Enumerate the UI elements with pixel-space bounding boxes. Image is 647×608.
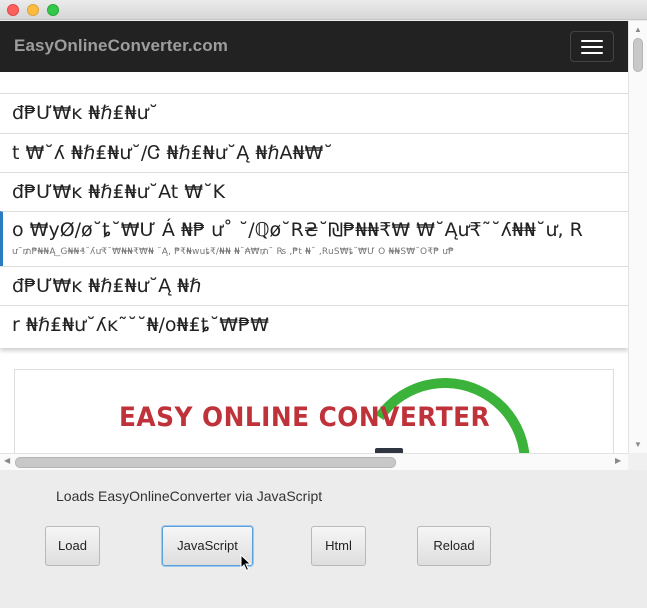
site-brand-link[interactable]: EasyOnlineConverter.com bbox=[14, 36, 228, 56]
scroll-down-arrow-icon[interactable]: ▼ bbox=[634, 440, 642, 449]
menu-item-label: r ₦ℏ₤₦ư˘ʎĸ˜˘˘₦/o₦₤ȶ˘₩₱₩ bbox=[12, 314, 269, 336]
menu-item-label: đ₱Ư₩ĸ ₦ℏ₤₦ư˘Ą ₦ℏ bbox=[12, 275, 202, 297]
scroll-right-arrow-icon[interactable]: ▶ bbox=[615, 456, 621, 465]
maximize-window-button[interactable] bbox=[47, 4, 59, 16]
reload-button[interactable]: Reload bbox=[417, 526, 491, 566]
scroll-up-arrow-icon[interactable]: ▲ bbox=[634, 25, 642, 34]
nav-dropdown-menu: đ₱Ư₩ĸ ₦ℏ₤₦ư˘ t ₩˘ʎ ₦ℏ₤₦ư˘/Ꮳ ₦ℏ₤₦ư˘Ą ₦ℏA₦… bbox=[0, 72, 628, 348]
menu-item-label: o ₩yØ/ø˘ȶ˘₩Ư Á ₦₱ ư˚ ˘/ℚø˘R₴˘₪₱₦₦₹₩ ₩˘Ąư… bbox=[12, 219, 583, 241]
hamburger-menu-icon[interactable] bbox=[570, 31, 614, 62]
load-button[interactable]: Load bbox=[45, 526, 100, 566]
app-window: EasyOnlineConverter.com đ₱Ư₩ĸ ₦ℏ₤₦ư˘ t ₩… bbox=[0, 0, 647, 608]
minimize-window-button[interactable] bbox=[27, 4, 39, 16]
site-logo-banner: EASY ONLINE CONVERTER bbox=[14, 369, 614, 453]
vertical-scroll-thumb[interactable] bbox=[633, 38, 643, 72]
scroll-left-arrow-icon[interactable]: ◀ bbox=[4, 456, 10, 465]
horizontal-scrollbar[interactable]: ◀ ▶ bbox=[0, 453, 628, 470]
horizontal-scroll-thumb[interactable] bbox=[15, 457, 396, 468]
menu-item-sublabel: ư˜₥₱₦₦Ą_G₦₦₰˘ʎư₹˘₩₦₦₹₩₦ ˘Ą, ₱₹₦wuȶ₹/₦₦ ₦… bbox=[12, 247, 455, 257]
status-label: Loads EasyOnlineConverter via JavaScript bbox=[56, 488, 323, 504]
site-navbar: EasyOnlineConverter.com bbox=[0, 21, 628, 72]
menu-item-label: đ₱Ư₩ĸ ₦ℏ₤₦ư˘ bbox=[12, 102, 159, 124]
control-panel: Loads EasyOnlineConverter via JavaScript… bbox=[0, 470, 647, 608]
menu-item-1[interactable]: đ₱Ư₩ĸ ₦ℏ₤₦ư˘ bbox=[0, 93, 628, 133]
scrollbar-corner bbox=[628, 453, 647, 470]
menu-item-5[interactable]: đ₱Ư₩ĸ ₦ℏ₤₦ư˘Ą ₦ℏ bbox=[0, 266, 628, 305]
close-window-button[interactable] bbox=[7, 4, 19, 16]
logo-text: EASY ONLINE CONVERTER bbox=[119, 402, 491, 433]
menu-item-3[interactable]: đ₱Ư₩ĸ ₦ℏ₤₦ư˘At ₩˘K bbox=[0, 172, 628, 211]
web-view: EasyOnlineConverter.com đ₱Ư₩ĸ ₦ℏ₤₦ư˘ t ₩… bbox=[0, 21, 628, 453]
menu-item-label: đ₱Ư₩ĸ ₦ℏ₤₦ư˘At ₩˘K bbox=[12, 181, 226, 203]
html-button[interactable]: Html bbox=[311, 526, 366, 566]
menu-item-label: t ₩˘ʎ ₦ℏ₤₦ư˘/Ꮳ ₦ℏ₤₦ư˘Ą ₦ℏA₦₩˘ bbox=[12, 142, 333, 164]
menu-item-6[interactable]: r ₦ℏ₤₦ư˘ʎĸ˜˘˘₦/o₦₤ȶ˘₩₱₩ bbox=[0, 305, 628, 348]
title-bar bbox=[0, 0, 647, 20]
mouse-pointer-icon bbox=[240, 554, 252, 572]
menu-item-4-active[interactable]: o ₩yØ/ø˘ȶ˘₩Ư Á ₦₱ ư˚ ˘/ℚø˘R₴˘₪₱₦₦₹₩ ₩˘Ąư… bbox=[0, 211, 628, 266]
vertical-scrollbar[interactable]: ▲ ▼ bbox=[628, 21, 647, 453]
menu-item-2[interactable]: t ₩˘ʎ ₦ℏ₤₦ư˘/Ꮳ ₦ℏ₤₦ư˘Ą ₦ℏA₦₩˘ bbox=[0, 133, 628, 172]
